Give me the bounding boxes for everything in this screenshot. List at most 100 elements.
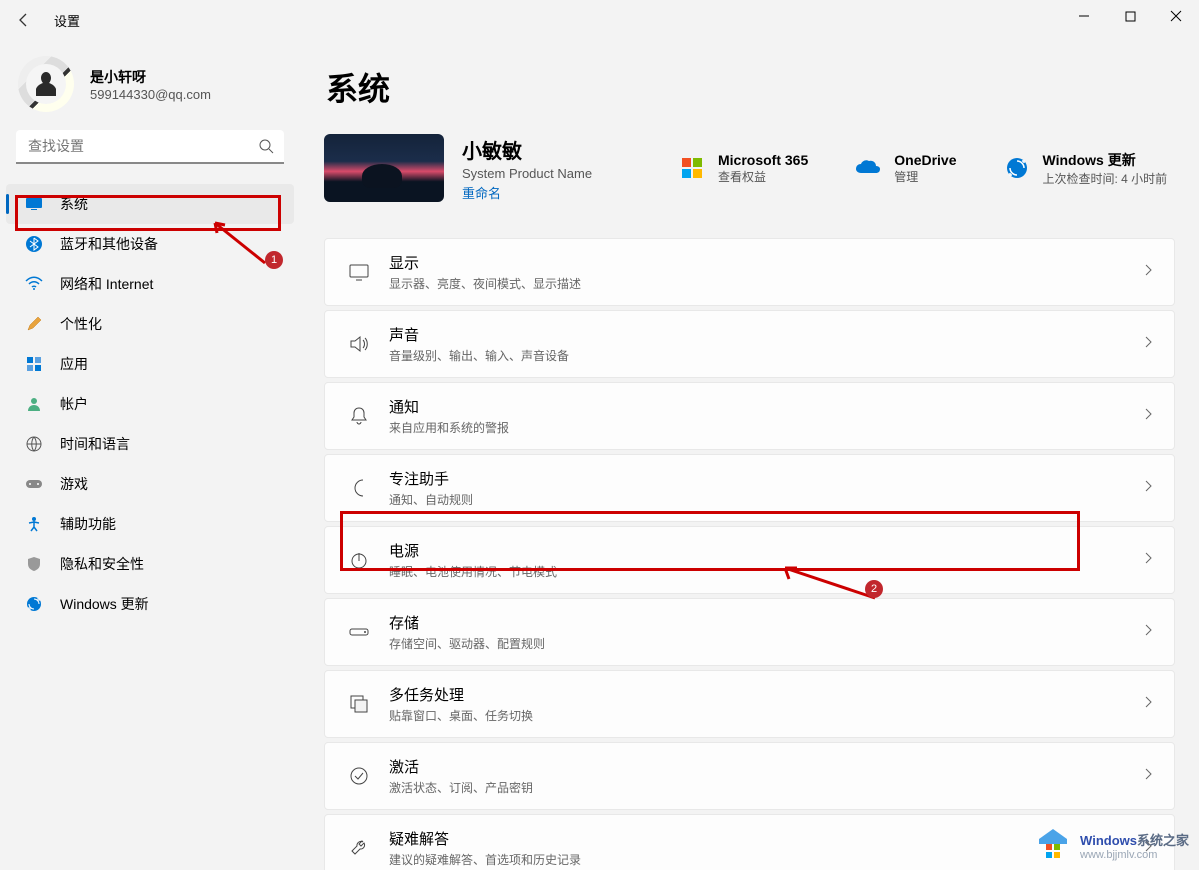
accessibility-icon [24,514,44,534]
sidebar-item-label: 应用 [60,354,88,374]
sidebar-item-time-language[interactable]: 时间和语言 [6,424,294,464]
rename-link[interactable]: 重命名 [462,183,612,202]
sidebar-item-network[interactable]: 网络和 Internet [6,264,294,304]
page-title: 系统 [326,64,1175,110]
sidebar-item-accessibility[interactable]: 辅助功能 [6,504,294,544]
arrow-left-icon [16,12,32,28]
bluetooth-icon [24,234,44,254]
window-title: 设置 [54,11,80,30]
chevron-right-icon [1142,407,1154,425]
card-title: 存储 [389,612,1142,633]
sidebar-item-label: Windows 更新 [60,594,149,614]
multitask-icon [345,694,373,714]
chevron-right-icon [1142,479,1154,497]
tile-title: OneDrive [894,152,956,168]
tile-microsoft-365[interactable]: Microsoft 365 查看权益 [678,150,808,187]
user-name: 是小轩呀 [90,67,211,87]
desktop-thumbnail [324,134,444,202]
settings-cards: 显示显示器、亮度、夜间模式、显示描述 声音音量级别、输出、输入、声音设备 通知来… [324,238,1175,870]
storage-icon [345,625,373,639]
card-title: 显示 [389,252,1142,273]
card-title: 电源 [389,540,1142,561]
annotation-badge-2: 2 [865,580,883,598]
card-activation[interactable]: 激活激活状态、订阅、产品密钥 [324,742,1175,810]
card-sub: 通知、自动规则 [389,491,1142,508]
main-content: 系统 小敏敏 System Product Name 重命名 Microsoft… [300,40,1199,870]
card-sub: 建议的疑难解答、首选项和历史记录 [389,851,1142,868]
search-input[interactable] [16,130,284,164]
onedrive-icon [854,156,882,180]
card-focus-assist[interactable]: 专注助手通知、自动规则 [324,454,1175,522]
card-sub: 来自应用和系统的警报 [389,419,1142,436]
sidebar-item-label: 网络和 Internet [60,274,153,294]
close-button[interactable] [1153,0,1199,32]
sidebar-item-label: 帐户 [60,394,88,414]
person-icon [24,394,44,414]
sidebar-item-label: 辅助功能 [60,514,116,534]
sound-icon [345,333,373,355]
watermark-brand: Windows [1080,833,1137,848]
sidebar-item-gaming[interactable]: 游戏 [6,464,294,504]
maximize-icon [1125,11,1136,22]
card-title: 激活 [389,756,1142,777]
card-display[interactable]: 显示显示器、亮度、夜间模式、显示描述 [324,238,1175,306]
sidebar-item-privacy[interactable]: 隐私和安全性 [6,544,294,584]
watermark: Windows系统之家 www.bjjmlv.com [1034,826,1189,864]
tile-windows-update[interactable]: Windows 更新 上次检查时间: 4 小时前 [1003,150,1168,187]
search-icon [258,138,274,159]
sidebar-item-label: 系统 [60,194,88,214]
pc-name: 小敏敏 [462,135,612,164]
sidebar-item-apps[interactable]: 应用 [6,344,294,384]
sidebar-item-label: 个性化 [60,314,102,334]
tile-sub: 管理 [894,168,956,185]
card-sub: 音量级别、输出、输入、声音设备 [389,347,1142,364]
sidebar-item-label: 蓝牙和其他设备 [60,234,158,254]
globe-icon [24,434,44,454]
tile-title: Microsoft 365 [718,152,808,168]
moon-icon [345,478,373,498]
card-title: 疑难解答 [389,828,1142,849]
apps-icon [24,354,44,374]
sidebar-item-windows-update[interactable]: Windows 更新 [6,584,294,624]
card-power[interactable]: 电源睡眠、电池使用情况、节电模式 [324,526,1175,594]
pc-product: System Product Name [462,166,612,181]
watermark-url: www.bjjmlv.com [1080,849,1189,861]
tile-onedrive[interactable]: OneDrive 管理 [854,150,956,187]
sidebar-item-system[interactable]: 系统 [6,184,294,224]
ms365-icon [678,156,706,180]
monitor-icon [24,194,44,214]
sidebar-item-bluetooth[interactable]: 蓝牙和其他设备 [6,224,294,264]
sidebar-item-personalization[interactable]: 个性化 [6,304,294,344]
card-sub: 存储空间、驱动器、配置规则 [389,635,1142,652]
power-icon [345,550,373,570]
minimize-icon [1078,10,1090,22]
minimize-button[interactable] [1061,0,1107,32]
sidebar-item-label: 时间和语言 [60,434,130,454]
chevron-right-icon [1142,767,1154,785]
user-block[interactable]: 是小轩呀 599144330@qq.com [0,40,300,130]
trouble-icon [345,838,373,858]
card-multitasking[interactable]: 多任务处理贴靠窗口、桌面、任务切换 [324,670,1175,738]
sidebar-item-accounts[interactable]: 帐户 [6,384,294,424]
activate-icon [345,766,373,786]
titlebar: 设置 [0,0,1199,40]
nav: 系统 蓝牙和其他设备 网络和 Internet 个性化 应用 帐户 [0,184,300,624]
update-icon [24,594,44,614]
card-sub: 睡眠、电池使用情况、节电模式 [389,563,1142,580]
shield-icon [24,554,44,574]
tile-sub: 上次检查时间: 4 小时前 [1043,170,1168,187]
card-sound[interactable]: 声音音量级别、输出、输入、声音设备 [324,310,1175,378]
back-button[interactable] [8,4,40,36]
card-storage[interactable]: 存储存储空间、驱动器、配置规则 [324,598,1175,666]
wifi-icon [24,274,44,294]
tile-title: Windows 更新 [1043,150,1168,170]
watermark-logo-icon [1034,826,1072,864]
chevron-right-icon [1142,263,1154,281]
card-notifications[interactable]: 通知来自应用和系统的警报 [324,382,1175,450]
card-title: 专注助手 [389,468,1142,489]
pc-info-row: 小敏敏 System Product Name 重命名 Microsoft 36… [324,134,1175,202]
card-title: 通知 [389,396,1142,417]
display-icon [345,261,373,283]
maximize-button[interactable] [1107,0,1153,32]
card-title: 声音 [389,324,1142,345]
